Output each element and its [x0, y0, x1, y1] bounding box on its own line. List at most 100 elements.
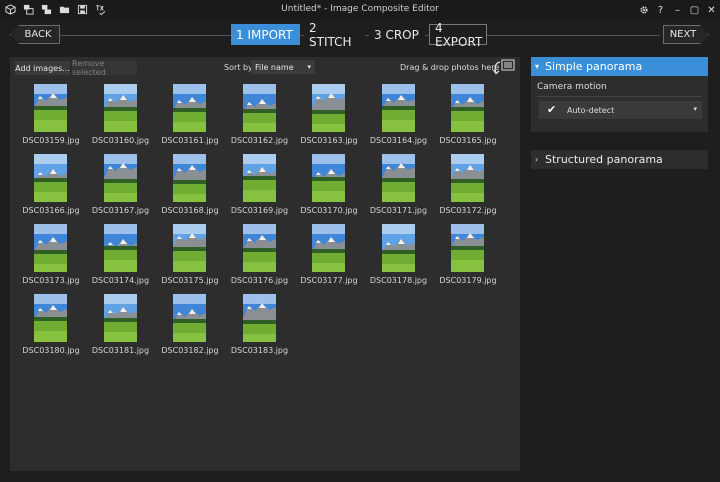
camera-motion-select[interactable]: ✔ Auto-detect ▾ [539, 101, 702, 119]
image-thumbnail[interactable]: DSC03166.jpg [16, 151, 86, 221]
chevron-right-icon: › [535, 155, 539, 164]
thumbnail-filename: DSC03174.jpg [91, 276, 150, 285]
image-thumbnail[interactable]: DSC03169.jpg [225, 151, 295, 221]
simple-panorama-title: Simple panorama [545, 60, 643, 73]
image-thumbnail[interactable]: DSC03162.jpg [225, 81, 295, 151]
import-panel: Add images... Remove selected Sort by Fi… [10, 57, 520, 471]
image-thumbnail[interactable]: DSC03164.jpg [364, 81, 434, 151]
image-thumbnail[interactable]: DSC03181.jpg [86, 291, 156, 361]
sort-by-value: File name [255, 62, 294, 72]
thumbnail-filename: DSC03173.jpg [22, 276, 80, 285]
thumbnail-filename: DSC03166.jpg [22, 206, 80, 215]
thumbnail-image [451, 154, 484, 202]
step-stitch[interactable]: 2 STITCH [304, 21, 365, 49]
minimize-button[interactable]: – [669, 0, 686, 20]
sort-by-label: Sort by [224, 63, 253, 72]
thumbnail-image [242, 224, 276, 272]
image-thumbnail[interactable]: DSC03163.jpg [294, 81, 364, 151]
thumbnail-image [381, 154, 415, 202]
thumbnail-image [34, 84, 67, 132]
step-export[interactable]: 4 EXPORT [429, 21, 487, 49]
image-thumbnail[interactable]: DSC03167.jpg [86, 151, 156, 221]
image-thumbnail[interactable]: DSC03168.jpg [155, 151, 225, 221]
image-thumbnail[interactable]: DSC03159.jpg [16, 81, 86, 151]
window-controls: ? – ▢ ✕ [635, 0, 720, 20]
image-thumbnail[interactable]: DSC03172.jpg [433, 151, 503, 221]
help-icon[interactable]: ? [652, 0, 669, 20]
thumbnail-filename: DSC03171.jpg [369, 206, 428, 215]
thumbnail-filename: DSC03179.jpg [439, 276, 497, 285]
thumbnail-filename: DSC03168.jpg [161, 206, 219, 215]
thumbnail-image [34, 154, 67, 202]
thumbnail-image [34, 224, 67, 272]
thumbnail-image [242, 154, 276, 202]
thumbnail-filename: DSC03167.jpg [91, 206, 150, 215]
sort-by-select[interactable]: File name ▾ [251, 60, 315, 74]
thumbnail-image [34, 294, 67, 342]
panel-spacer [531, 132, 708, 152]
chevron-down-icon: ▾ [535, 62, 540, 71]
thumbnail-image [103, 294, 137, 342]
thumbnail-filename: DSC03178.jpg [369, 276, 428, 285]
image-thumbnail[interactable]: DSC03165.jpg [433, 81, 503, 151]
thumbnail-image [312, 154, 345, 202]
thumbnail-image [173, 84, 206, 132]
simple-panorama-header[interactable]: ▾ Simple panorama [531, 57, 708, 76]
image-thumbnail[interactable]: DSC03182.jpg [155, 291, 225, 361]
panorama-options-panel: ▾ Simple panorama Camera motion ✔ Auto-d… [531, 57, 708, 169]
wizard-steps: 1 IMPORT 2 STITCH 3 CROP 4 EXPORT [231, 21, 491, 49]
thumbnail-image [103, 154, 137, 202]
thumbnail-filename: DSC03165.jpg [439, 136, 497, 145]
image-thumbnail[interactable]: DSC03179.jpg [433, 221, 503, 291]
thumbnail-image [173, 294, 206, 342]
thumbnail-filename: DSC03177.jpg [300, 276, 358, 285]
drag-drop-hint: Drag & drop photos here [400, 63, 500, 72]
simple-panorama-body: Camera motion ✔ Auto-detect ▾ [531, 76, 708, 132]
image-thumbnail[interactable]: DSC03177.jpg [294, 221, 364, 291]
camera-motion-divider [537, 96, 702, 97]
image-thumbnail[interactable]: DSC03176.jpg [225, 221, 295, 291]
image-thumbnail[interactable]: DSC03170.jpg [294, 151, 364, 221]
camera-motion-label: Camera motion [537, 82, 607, 92]
thumbnail-filename: DSC03181.jpg [91, 346, 150, 355]
image-thumbnail[interactable]: DSC03174.jpg [86, 221, 156, 291]
thumbnail-image [103, 224, 137, 272]
step-crop[interactable]: 3 CROP [369, 24, 425, 45]
thumbnail-filename: DSC03180.jpg [22, 346, 80, 355]
remove-selected-button[interactable]: Remove selected [72, 59, 137, 77]
step-import[interactable]: 1 IMPORT [231, 24, 300, 45]
thumbnail-filename: DSC03164.jpg [369, 136, 428, 145]
image-thumbnail[interactable]: DSC03160.jpg [86, 81, 156, 151]
thumbnail-filename: DSC03172.jpg [439, 206, 497, 215]
thumbnail-image [103, 84, 137, 132]
image-thumbnail[interactable]: DSC03178.jpg [364, 221, 434, 291]
thumbnail-filename: DSC03162.jpg [230, 136, 289, 145]
thumbnail-filename: DSC03182.jpg [161, 346, 219, 355]
back-button[interactable]: BACK [10, 25, 60, 44]
thumbnail-filename: DSC03161.jpg [161, 136, 219, 145]
close-button[interactable]: ✕ [703, 0, 720, 20]
thumbnail-image [312, 224, 345, 272]
thumbnail-image [173, 154, 206, 202]
checkmark-icon: ✔ [547, 103, 557, 116]
thumbnail-image [173, 224, 206, 272]
maximize-button[interactable]: ▢ [686, 0, 703, 20]
image-thumbnail[interactable]: DSC03171.jpg [364, 151, 434, 221]
wizard-nav: BACK 1 IMPORT 2 STITCH 3 CROP 4 EXPORT N… [0, 20, 720, 52]
thumbnail-filename: DSC03183.jpg [230, 346, 289, 355]
add-images-button[interactable]: Add images... [15, 61, 70, 75]
import-toolbar: Add images... Remove selected Sort by Fi… [10, 57, 520, 79]
image-thumbnail[interactable]: DSC03180.jpg [16, 291, 86, 361]
thumbnail-image [451, 84, 484, 132]
image-thumbnail[interactable]: DSC03161.jpg [155, 81, 225, 151]
thumbnail-filename: DSC03176.jpg [230, 276, 289, 285]
next-button[interactable]: NEXT [663, 25, 709, 44]
drag-drop-icon [492, 58, 516, 76]
image-thumbnail[interactable]: DSC03183.jpg [225, 291, 295, 361]
image-thumbnail[interactable]: DSC03175.jpg [155, 221, 225, 291]
thumbnail-image [242, 294, 276, 342]
window-title: Untitled* - Image Composite Editor [281, 4, 439, 14]
image-thumbnail[interactable]: DSC03173.jpg [16, 221, 86, 291]
settings-gear-icon[interactable] [635, 0, 652, 20]
structured-panorama-header[interactable]: › Structured panorama [531, 150, 708, 169]
